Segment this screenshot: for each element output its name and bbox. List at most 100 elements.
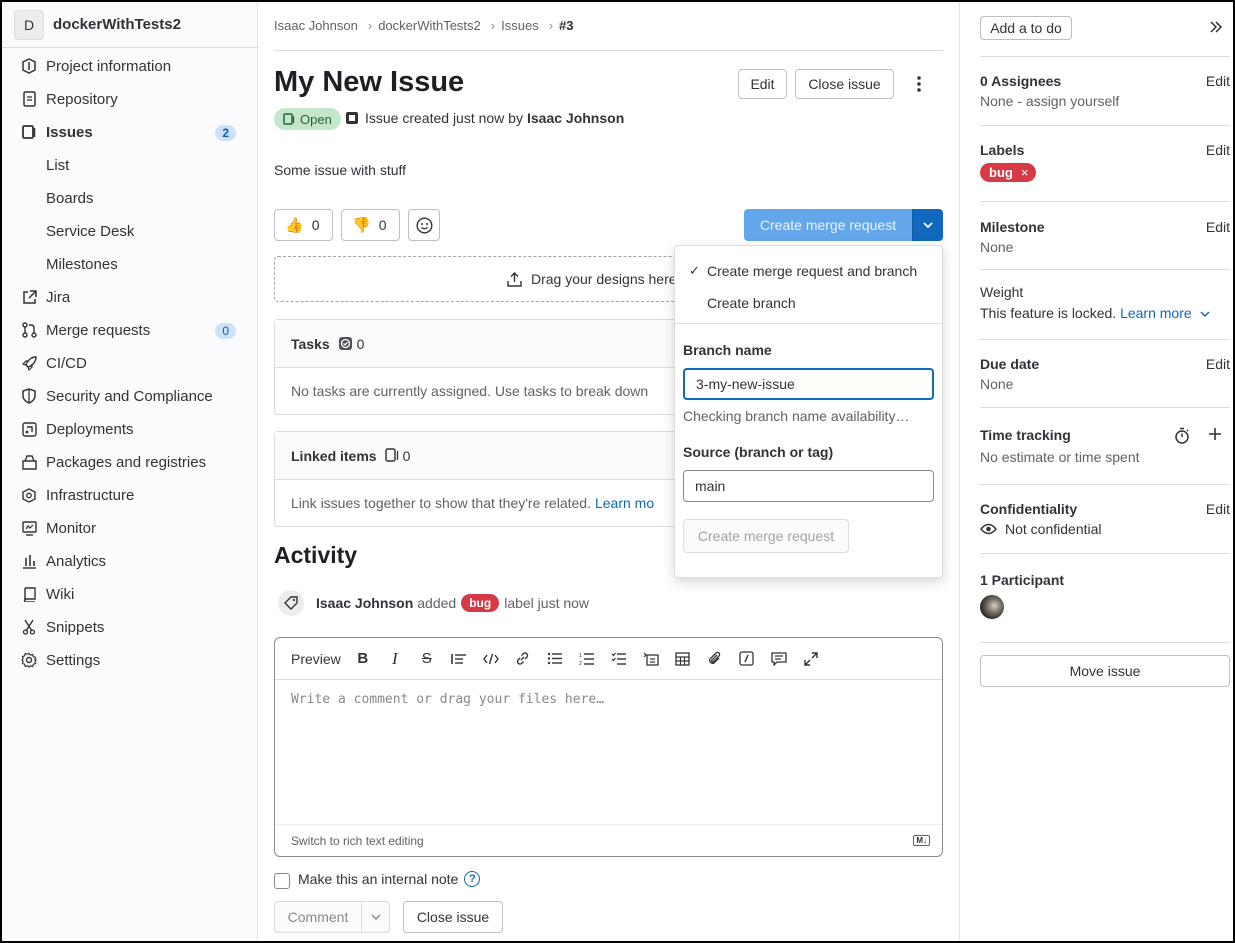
eye-icon (980, 523, 997, 535)
nav-list[interactable]: List (2, 149, 258, 182)
issue-type-icon (346, 112, 358, 124)
labels-edit[interactable]: Edit (1206, 142, 1230, 158)
breadcrumb-item[interactable]: Isaac Johnson (274, 18, 358, 33)
nav-repository[interactable]: Repository (2, 83, 258, 116)
comment-options-toggle[interactable] (361, 901, 390, 933)
nav-milestones[interactable]: Milestones (2, 248, 258, 281)
label-bug-text[interactable]: bug (989, 165, 1013, 180)
due-date-section: Due date None Edit (980, 356, 1230, 392)
collapsible-icon[interactable] (635, 645, 667, 673)
nav-monitor[interactable]: Monitor (2, 512, 258, 545)
deployments-icon (21, 421, 37, 437)
nav-label: Repository (46, 91, 118, 108)
shield-icon (21, 388, 37, 404)
time-tracking-title: Time tracking (980, 427, 1071, 443)
activity-label-badge[interactable]: bug (461, 594, 500, 612)
nav-settings[interactable]: Settings (2, 644, 258, 677)
author-link[interactable]: Isaac Johnson (527, 110, 624, 126)
nav-wiki[interactable]: Wiki (2, 578, 258, 611)
nav-packages[interactable]: Packages and registries (2, 446, 258, 479)
option-create-mr-and-branch[interactable]: ✓ Create merge request and branch (675, 256, 942, 286)
nav-infrastructure[interactable]: Infrastructure (2, 479, 258, 512)
move-issue-button[interactable]: Move issue (980, 655, 1230, 687)
thumbs-down-button[interactable]: 👎 0 (341, 209, 400, 241)
nav-label: Service Desk (46, 223, 135, 240)
create-merge-request-button[interactable]: Create merge request (744, 209, 912, 241)
plus-icon[interactable] (1208, 427, 1222, 444)
linked-items-learn-more[interactable]: Learn mo (595, 495, 654, 511)
quote-icon[interactable] (443, 645, 475, 673)
close-issue-button[interactable]: Close issue (795, 69, 894, 99)
option-create-branch[interactable]: Create branch (675, 288, 942, 318)
linked-items-title: Linked items (291, 447, 377, 464)
sidebar-divider (980, 269, 1230, 270)
nav-project-information[interactable]: Project information (2, 50, 258, 83)
link-icon[interactable] (507, 645, 539, 673)
labels-title: Labels (980, 142, 1025, 158)
bullet-list-icon[interactable] (539, 645, 571, 673)
activity-actor[interactable]: Isaac Johnson (316, 595, 413, 611)
confidentiality-edit[interactable]: Edit (1206, 501, 1230, 517)
nav-security[interactable]: Security and Compliance (2, 380, 258, 413)
stopwatch-icon[interactable] (1174, 427, 1190, 447)
remove-label-icon[interactable]: × (1021, 165, 1029, 180)
switch-rich-text-link[interactable]: Switch to rich text editing (291, 834, 424, 848)
comment-textarea[interactable]: Write a comment or drag your files here… (291, 692, 604, 707)
assignees-value[interactable]: None - assign yourself (980, 93, 1230, 109)
edit-issue-button[interactable]: Edit (738, 69, 787, 99)
thumbs-up-icon: 👍 (285, 217, 304, 234)
nav-deployments[interactable]: Deployments (2, 413, 258, 446)
task-list-icon[interactable] (603, 645, 635, 673)
tasks-count: 0 (338, 336, 364, 352)
nav-merge-requests[interactable]: Merge requests 0 (2, 314, 258, 347)
breadcrumb-item[interactable]: dockerWithTests2 (378, 18, 481, 33)
collapse-sidebar-icon[interactable] (1209, 20, 1223, 37)
nav-service-desk[interactable]: Service Desk (2, 215, 258, 248)
code-icon[interactable] (475, 645, 507, 673)
preview-tab[interactable]: Preview (291, 651, 341, 667)
slash-commands-icon[interactable] (731, 645, 763, 673)
comment-icon[interactable] (763, 645, 795, 673)
nav-label: Wiki (46, 586, 75, 603)
milestone-edit[interactable]: Edit (1206, 219, 1230, 235)
table-icon[interactable] (667, 645, 699, 673)
question-icon[interactable]: ? (464, 871, 481, 887)
nav-jira[interactable]: Jira (2, 281, 258, 314)
chevron-right-icon: › (548, 18, 554, 33)
avatar[interactable] (980, 595, 1004, 619)
paperclip-icon[interactable] (699, 645, 731, 673)
created-text: Issue created just now by (365, 110, 523, 126)
add-reaction-button[interactable] (408, 209, 440, 241)
italic-icon[interactable]: I (379, 645, 411, 673)
internal-note-checkbox[interactable] (274, 873, 290, 889)
breadcrumb-current[interactable]: #3 (559, 18, 573, 33)
project-name: dockerWithTests2 (53, 16, 181, 33)
create-mr-dropdown: ✓ Create merge request and branch Create… (674, 245, 943, 578)
numbered-list-icon[interactable]: 12 (571, 645, 603, 673)
thumbs-up-button[interactable]: 👍 0 (274, 209, 333, 241)
due-date-value: None (980, 376, 1014, 392)
due-date-edit[interactable]: Edit (1206, 356, 1230, 372)
dropdown-create-mr-button[interactable]: Create merge request (683, 519, 849, 553)
strikethrough-icon[interactable]: S (411, 645, 443, 673)
breadcrumb-item[interactable]: Issues (501, 18, 539, 33)
nav-analytics[interactable]: Analytics (2, 545, 258, 578)
more-actions-icon[interactable] (908, 72, 930, 96)
comment-button[interactable]: Comment (274, 901, 362, 933)
nav-cicd[interactable]: CI/CD (2, 347, 258, 380)
assignees-edit[interactable]: Edit (1206, 73, 1230, 89)
nav-issues[interactable]: Issues 2 (2, 116, 258, 149)
source-input[interactable]: main (683, 470, 934, 502)
weight-learn-more[interactable]: Learn more (1120, 305, 1192, 321)
nav-snippets[interactable]: Snippets (2, 611, 258, 644)
bold-icon[interactable]: B (347, 645, 379, 673)
svg-text:1: 1 (579, 653, 582, 659)
nav-boards[interactable]: Boards (2, 182, 258, 215)
fullscreen-icon[interactable] (795, 645, 827, 673)
project-header[interactable]: D dockerWithTests2 (2, 2, 257, 48)
close-issue-footer-button[interactable]: Close issue (403, 901, 503, 933)
add-todo-button[interactable]: Add a to do (980, 16, 1072, 40)
sidebar-divider (980, 407, 1230, 408)
create-mr-dropdown-toggle[interactable] (912, 209, 943, 241)
branch-name-input[interactable]: 3-my-new-issue (683, 368, 934, 400)
